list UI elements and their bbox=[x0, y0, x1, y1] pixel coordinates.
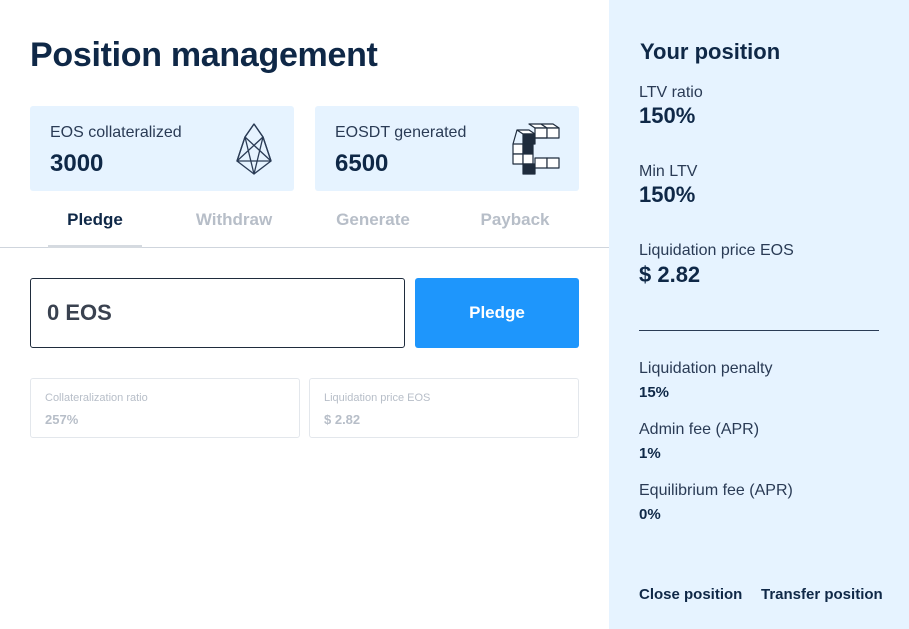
equilibrium-fee-value: 0% bbox=[639, 506, 661, 523]
eosdt-generated-label: EOSDT generated bbox=[335, 124, 467, 141]
ltv-ratio-value: 150% bbox=[639, 103, 696, 128]
close-position-link[interactable]: Close position bbox=[639, 586, 742, 603]
sidebar-divider bbox=[639, 330, 879, 331]
transfer-position-link[interactable]: Transfer position bbox=[761, 586, 883, 603]
tab-withdraw[interactable]: Withdraw bbox=[187, 210, 281, 247]
collateralization-ratio-label: Collateralization ratio bbox=[45, 392, 148, 404]
ltv-ratio-label: LTV ratio bbox=[639, 84, 703, 101]
eos-logo-icon bbox=[236, 123, 272, 175]
eosdt-generated-value: 6500 bbox=[335, 150, 389, 177]
eos-collateralized-card: EOS collateralized 3000 bbox=[30, 106, 294, 191]
position-sidebar: Your position LTV ratio 150% Min LTV 150… bbox=[609, 0, 909, 629]
liquidation-price-label: Liquidation price EOS bbox=[324, 392, 431, 404]
liquidation-price-box: Liquidation price EOS $ 2.82 bbox=[309, 378, 579, 438]
eos-amount-input[interactable] bbox=[30, 278, 405, 348]
action-tabs: Pledge Withdraw Generate Payback bbox=[0, 200, 609, 248]
eos-collateralized-label: EOS collateralized bbox=[50, 124, 182, 141]
liquidation-penalty-value: 15% bbox=[639, 384, 670, 401]
liquidation-price-eos-value: $ 2.82 bbox=[639, 262, 701, 287]
liquidation-penalty-label: Liquidation penalty bbox=[639, 360, 773, 377]
min-ltv-label: Min LTV bbox=[639, 163, 698, 180]
tab-generate[interactable]: Generate bbox=[326, 210, 420, 247]
pledge-button[interactable]: Pledge bbox=[415, 278, 579, 348]
main-panel: Position management EOS collateralized 3… bbox=[0, 0, 609, 629]
admin-fee-label: Admin fee (APR) bbox=[639, 421, 760, 438]
liquidation-price-value: $ 2.82 bbox=[324, 412, 361, 427]
sidebar-title: Your position bbox=[640, 39, 781, 64]
page-title: Position management bbox=[30, 36, 378, 74]
admin-fee-value: 1% bbox=[639, 445, 661, 462]
eos-collateralized-value: 3000 bbox=[50, 150, 104, 177]
tab-pledge[interactable]: Pledge bbox=[48, 210, 142, 248]
collateralization-ratio-box: Collateralization ratio 257% bbox=[30, 378, 300, 438]
eosdt-generated-card: EOSDT generated 6500 bbox=[315, 106, 579, 191]
min-ltv-value: 150% bbox=[639, 182, 696, 207]
collateralization-ratio-value: 257% bbox=[45, 412, 79, 427]
liquidation-price-eos-label: Liquidation price EOS bbox=[639, 242, 794, 259]
tab-payback[interactable]: Payback bbox=[468, 210, 562, 247]
eosdt-cube-logo-icon bbox=[512, 123, 560, 175]
equilibrium-fee-label: Equilibrium fee (APR) bbox=[639, 482, 793, 499]
